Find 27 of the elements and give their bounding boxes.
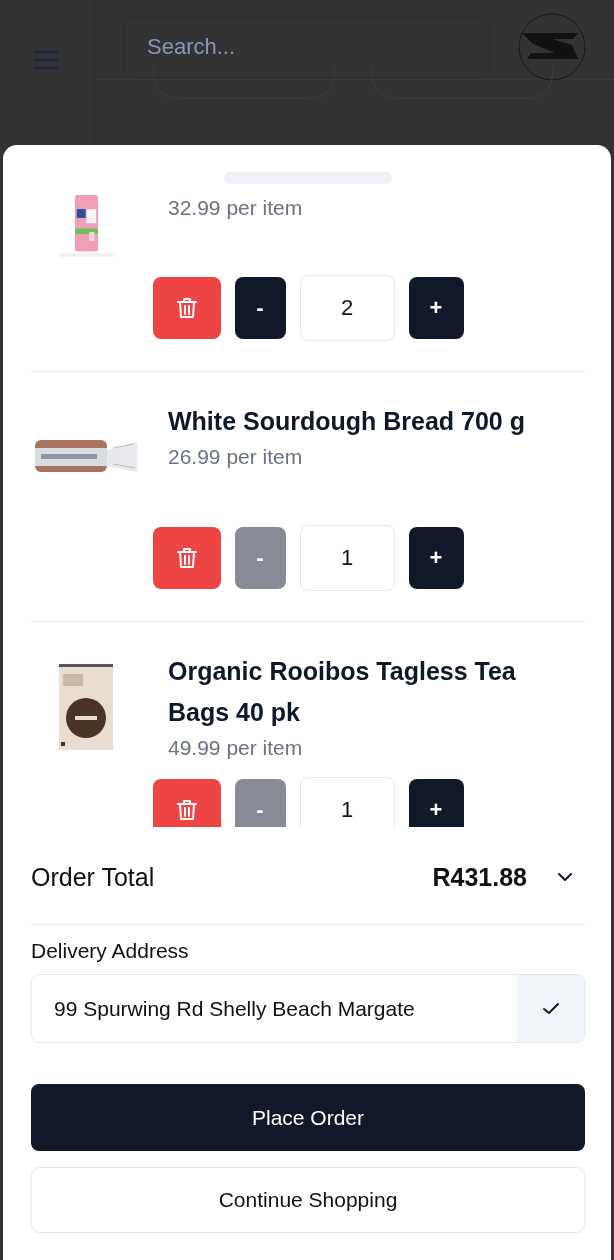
delete-button[interactable] <box>152 779 221 827</box>
trash-icon <box>176 799 197 821</box>
quantity-field[interactable]: 2 <box>299 275 395 341</box>
quantity-field[interactable]: 1 <box>299 525 395 591</box>
product-name: White Sourdough Bread 700 g <box>168 406 526 437</box>
trash-icon <box>176 547 197 569</box>
decrease-button[interactable]: - <box>234 277 286 339</box>
order-total-label: Order Total <box>31 862 155 892</box>
increase-button[interactable]: + <box>408 277 464 339</box>
place-order-button[interactable]: Place Order <box>31 1084 585 1151</box>
address-field[interactable]: 99 Spurwing Rd Shelly Beach Margate <box>31 974 585 1043</box>
delivery-address-label: Delivery Address <box>31 938 190 964</box>
quantity-field[interactable]: 1 <box>299 777 395 827</box>
continue-shopping-button[interactable]: Continue Shopping <box>31 1167 585 1233</box>
product-name: Organic Rooibos Tagless Tea Bags 40 pk <box>168 656 517 728</box>
trash-icon <box>176 297 197 319</box>
check-icon <box>541 1002 560 1015</box>
unit-price: 49.99 per item <box>168 735 304 761</box>
increase-button[interactable]: + <box>408 779 464 827</box>
delete-button[interactable] <box>152 527 221 589</box>
order-total-amount: R431.88 <box>432 862 527 892</box>
delete-button[interactable] <box>152 277 221 339</box>
chevron-down-icon[interactable] <box>557 872 573 882</box>
increase-button[interactable]: + <box>408 527 464 589</box>
search-field[interactable]: Search... <box>124 15 490 78</box>
unit-price: 32.99 per item <box>168 195 304 221</box>
unit-price: 26.99 per item <box>168 444 304 470</box>
